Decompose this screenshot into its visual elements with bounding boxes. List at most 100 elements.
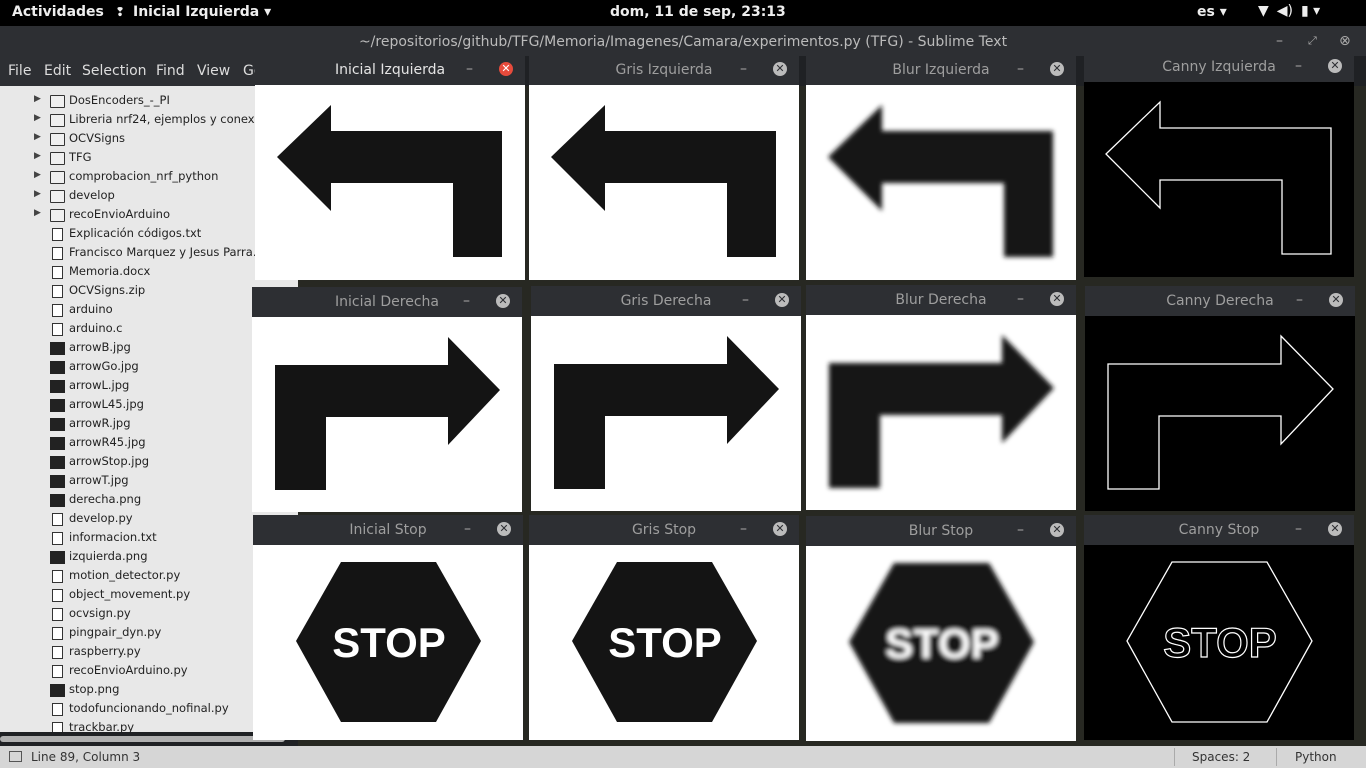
sidebar-item-label: arrowGo.jpg — [69, 359, 139, 373]
sidebar-folder[interactable]: ▶ comprobacion_nrf_python — [0, 168, 298, 187]
window-titlebar[interactable]: Gris Derecha – ✕ — [531, 286, 801, 316]
sidebar-folder[interactable]: ▶ Libreria nrf24, ejemplos y conex — [0, 111, 298, 130]
menu-edit[interactable]: Edit — [44, 63, 71, 79]
sidebar-file[interactable]: Memoria.docx — [0, 263, 298, 282]
syntax-status[interactable]: Python — [1295, 750, 1337, 764]
sidebar-item-label: arduino — [69, 302, 113, 316]
sidebar-item-label: raspberry.py — [69, 644, 141, 658]
system-status-area[interactable]: ▼ ◀) ▮ ▾ — [1258, 3, 1328, 19]
minimize-icon[interactable]: – — [1017, 291, 1024, 307]
window-titlebar[interactable]: Inicial Izquierda – ✕ — [255, 55, 525, 85]
minimize-icon[interactable]: – — [740, 521, 747, 537]
expand-arrow-icon[interactable]: ▶ — [34, 132, 41, 142]
indentation-status[interactable]: Spaces: 2 — [1192, 750, 1250, 764]
window-gris-izquierda: Gris Izquierda – ✕ — [529, 55, 799, 280]
sidebar-folder[interactable]: ▶ OCVSigns — [0, 130, 298, 149]
window-titlebar[interactable]: Blur Derecha – ✕ — [806, 285, 1076, 315]
image-view — [531, 316, 801, 511]
minimize-icon[interactable]: – — [740, 61, 747, 77]
sidebar-file[interactable]: Francisco Marquez y Jesus Parra. — [0, 244, 298, 263]
sidebar-scrollbar[interactable] — [0, 736, 285, 742]
activities-button[interactable]: Actividades — [12, 4, 104, 20]
window-titlebar[interactable]: Inicial Stop – ✕ — [253, 515, 523, 545]
top-bar: Actividades ❢ Inicial Izquierda ▾ dom, 11… — [0, 0, 1366, 26]
window-title: ~/repositorios/github/TFG/Memoria/Imagen… — [358, 34, 1008, 50]
window-titlebar[interactable]: Gris Izquierda – ✕ — [529, 55, 799, 85]
window-titlebar[interactable]: Canny Derecha – ✕ — [1085, 286, 1355, 316]
sidebar-folder[interactable]: ▶ DosEncoders_-_PI — [0, 92, 298, 111]
close-icon[interactable]: ✕ — [1328, 522, 1342, 536]
window-title: Blur Stop — [908, 523, 974, 539]
window-titlebar[interactable]: Gris Stop – ✕ — [529, 515, 799, 545]
folder-icon — [50, 209, 65, 222]
panel-toggle-icon[interactable] — [9, 751, 22, 762]
minimize-icon[interactable]: – — [466, 61, 473, 77]
sidebar-item-label: motion_detector.py — [69, 568, 181, 582]
clock[interactable]: dom, 11 de sep, 23:13 — [610, 4, 786, 20]
expand-arrow-icon[interactable]: ▶ — [34, 208, 41, 218]
expand-arrow-icon[interactable]: ▶ — [34, 94, 41, 104]
menu-bar: File Edit Selection Find View Go — [0, 56, 262, 86]
close-icon[interactable]: ✕ — [773, 522, 787, 536]
window-title: Gris Izquierda — [615, 62, 713, 78]
image-view — [1084, 82, 1354, 277]
sidebar-folder[interactable]: ▶ TFG — [0, 149, 298, 168]
folder-icon — [50, 95, 65, 108]
volume-icon: ◀) — [1276, 3, 1294, 19]
sidebar-item-label: ocvsign.py — [69, 606, 131, 620]
menu-file[interactable]: File — [8, 63, 31, 79]
image-view — [252, 317, 522, 512]
window-title: Inicial Izquierda — [334, 62, 446, 78]
window-titlebar[interactable]: Canny Stop – ✕ — [1084, 515, 1354, 545]
menu-view[interactable]: View — [197, 63, 230, 79]
wifi-icon: ▼ — [1258, 3, 1269, 19]
close-icon[interactable]: ✕ — [496, 294, 510, 308]
sidebar-item-label: Explicación códigos.txt — [69, 226, 202, 240]
expand-arrow-icon[interactable]: ▶ — [34, 113, 41, 123]
window-blur-stop: Blur Stop – ✕ STOP — [806, 516, 1076, 741]
minimize-icon[interactable]: – — [463, 293, 470, 309]
close-icon[interactable]: ✕ — [773, 62, 787, 76]
menu-selection[interactable]: Selection — [82, 63, 147, 79]
window-titlebar[interactable]: Canny Izquierda – ✕ — [1084, 52, 1354, 82]
minimize-icon[interactable]: – — [1295, 521, 1302, 537]
language-selector[interactable]: es ▾ — [1197, 4, 1227, 20]
window-titlebar[interactable]: Inicial Derecha – ✕ — [252, 287, 522, 317]
app-menu[interactable]: ❢ Inicial Izquierda ▾ — [115, 4, 271, 20]
minimize-icon[interactable]: – — [742, 292, 749, 308]
expand-arrow-icon[interactable]: ▶ — [34, 151, 41, 161]
window-title: Canny Izquierda — [1162, 59, 1276, 75]
minimize-icon[interactable]: – — [1017, 522, 1024, 538]
sidebar-folder[interactable]: ▶ recoEnvioArduino — [0, 206, 298, 225]
window-titlebar[interactable]: Blur Izquierda – ✕ — [806, 55, 1076, 85]
window-title: Blur Izquierda — [892, 62, 990, 78]
close-icon[interactable]: ✕ — [1050, 292, 1064, 306]
sidebar-item-label: arrowL.jpg — [69, 378, 130, 392]
close-icon[interactable]: ✕ — [497, 522, 511, 536]
image-file-icon — [50, 456, 65, 469]
file-icon — [52, 570, 63, 583]
minimize-icon[interactable]: – — [1295, 58, 1302, 74]
minimize-icon[interactable]: – — [464, 521, 471, 537]
sidebar-folder[interactable]: ▶ develop — [0, 187, 298, 206]
right-arrow-shape — [275, 337, 500, 490]
app-menu-label: Inicial Izquierda — [133, 4, 260, 20]
file-icon — [52, 323, 63, 336]
minimize-icon[interactable]: – — [1017, 61, 1024, 77]
minimize-icon[interactable]: – — [1296, 292, 1303, 308]
close-icon[interactable]: ✕ — [1328, 59, 1342, 73]
window-canny-stop: Canny Stop – ✕ STOP — [1084, 515, 1354, 740]
menu-find[interactable]: Find — [156, 63, 185, 79]
sidebar-item-label: trackbar.py — [69, 720, 135, 732]
file-icon — [52, 228, 63, 241]
close-icon[interactable]: ✕ — [1050, 523, 1064, 537]
close-icon[interactable]: ✕ — [775, 293, 789, 307]
file-icon — [52, 665, 63, 678]
close-icon[interactable]: ✕ — [1050, 62, 1064, 76]
expand-arrow-icon[interactable]: ▶ — [34, 170, 41, 180]
close-icon[interactable]: ✕ — [499, 62, 513, 76]
close-icon[interactable]: ✕ — [1329, 293, 1343, 307]
expand-arrow-icon[interactable]: ▶ — [34, 189, 41, 199]
sidebar-file[interactable]: Explicación códigos.txt — [0, 225, 298, 244]
window-titlebar[interactable]: Blur Stop – ✕ — [806, 516, 1076, 546]
